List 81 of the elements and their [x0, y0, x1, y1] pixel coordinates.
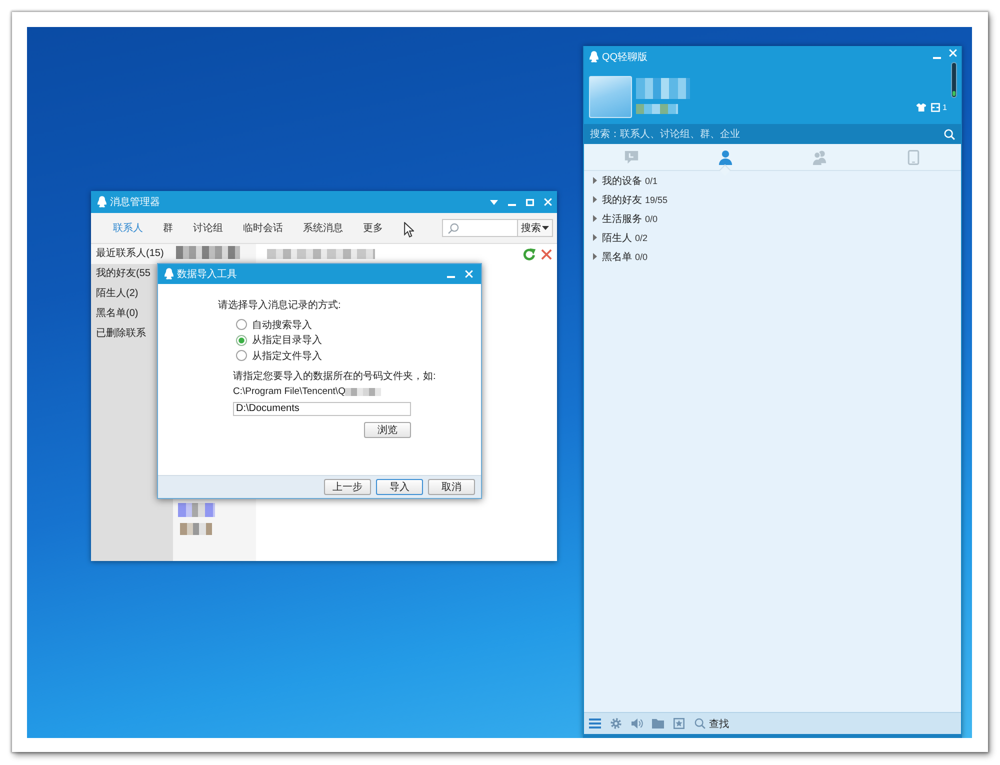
- find-button[interactable]: 查找: [694, 716, 729, 730]
- radio-button[interactable]: [236, 319, 247, 330]
- penguin-icon: [97, 196, 107, 208]
- cross-icon[interactable]: [541, 248, 552, 260]
- window-title: QQ轻聊版: [602, 51, 648, 64]
- dialog-button[interactable]: 上一步: [324, 479, 371, 495]
- close-icon[interactable]: [465, 270, 473, 278]
- radio-button[interactable]: [236, 334, 247, 346]
- refresh-icon[interactable]: [523, 248, 536, 260]
- group-count: 0/2: [635, 232, 648, 242]
- penguin-icon: [164, 268, 174, 280]
- caret-icon[interactable]: [593, 196, 597, 203]
- mouse-pointer-icon: [404, 222, 414, 238]
- caret-icon[interactable]: [593, 234, 597, 241]
- gauge-icon: [951, 62, 957, 98]
- shirt-icon[interactable]: [916, 103, 926, 112]
- window-title: 数据导入工具: [177, 268, 237, 281]
- radio-label[interactable]: 从指定文件导入: [252, 348, 322, 363]
- browse-button[interactable]: 浏览: [364, 422, 411, 438]
- pixelated-block: [345, 388, 382, 396]
- sidebar-item[interactable]: 最近联系人(15): [91, 244, 173, 264]
- avatar-image[interactable]: [589, 76, 632, 118]
- search-bar[interactable]: 搜索：联系人、讨论组、群、企业: [584, 124, 961, 144]
- group-count: 0/1: [645, 176, 658, 186]
- penguin-icon: [589, 51, 599, 63]
- caret-icon[interactable]: [593, 177, 597, 184]
- group-name[interactable]: 生活服务: [602, 212, 642, 226]
- nav-tab[interactable]: 联系人: [103, 217, 153, 239]
- example-path: C:\Program File\Tencent\Q: [233, 386, 346, 397]
- tray-icon[interactable]: [930, 103, 940, 112]
- nav-tab[interactable]: 更多: [353, 217, 393, 239]
- group-name[interactable]: 陌生人: [602, 230, 632, 244]
- nav-tab[interactable]: 讨论组: [183, 217, 233, 239]
- pixelated-block: [636, 104, 678, 114]
- window-title: 消息管理器: [110, 196, 160, 209]
- search-field[interactable]: [442, 219, 517, 237]
- group-count: 0/0: [635, 252, 648, 262]
- pixelated-block: [176, 246, 240, 259]
- group-name[interactable]: 我的设备: [602, 174, 642, 188]
- settings-icon[interactable]: [610, 718, 622, 729]
- dropdown-icon[interactable]: [490, 200, 498, 204]
- search-icon: [694, 718, 706, 729]
- caret-icon: [542, 226, 549, 230]
- close-icon[interactable]: [544, 198, 552, 206]
- group-name[interactable]: 黑名单: [602, 250, 632, 264]
- menu-icon[interactable]: [589, 718, 601, 729]
- instruction-text: 请选择导入消息记录的方式:: [218, 299, 342, 313]
- search-field[interactable]: 搜索：联系人、讨论组、群、企业: [590, 126, 940, 142]
- pixelated-block: [178, 503, 215, 517]
- search-button[interactable]: 搜索: [517, 219, 553, 237]
- chat-bubble-icon: [624, 150, 639, 164]
- nav-tab[interactable]: 系统消息: [293, 217, 353, 239]
- notification-count: 1: [942, 103, 947, 112]
- phone-icon: [906, 150, 922, 164]
- minimize-icon[interactable]: [447, 276, 455, 278]
- caret-icon[interactable]: [593, 215, 597, 222]
- group-name[interactable]: 我的好友: [602, 192, 642, 206]
- radio-button[interactable]: [236, 350, 247, 362]
- minimize-icon[interactable]: [508, 204, 516, 206]
- folder-icon[interactable]: [652, 718, 664, 729]
- pixelated-block: [636, 78, 690, 100]
- close-icon[interactable]: [949, 49, 957, 57]
- search-icon[interactable]: [944, 128, 955, 140]
- dialog-button[interactable]: 取消: [428, 479, 475, 495]
- radio-label[interactable]: 从指定目录导入: [252, 333, 322, 348]
- path-field[interactable]: D:\Documents: [233, 402, 411, 416]
- pixelated-block: [180, 523, 212, 535]
- caret-icon[interactable]: [593, 253, 597, 260]
- dialog-button[interactable]: 导入: [376, 479, 423, 495]
- group-count: 0/0: [645, 214, 658, 224]
- speaker-icon[interactable]: [631, 718, 643, 729]
- radio-label[interactable]: 自动搜索导入: [252, 318, 312, 332]
- star-box-icon[interactable]: [673, 718, 685, 729]
- group-count: 19/55: [645, 194, 668, 204]
- person-icon: [718, 150, 733, 164]
- search-icon: [448, 222, 459, 234]
- instruction-text: 请指定您要导入的数据所在的号码文件夹，如:: [233, 370, 437, 384]
- nav-tab[interactable]: 群: [153, 217, 183, 239]
- people-icon: [812, 150, 828, 164]
- maximize-icon[interactable]: [526, 198, 534, 206]
- nav-tab[interactable]: 临时会话: [233, 217, 293, 239]
